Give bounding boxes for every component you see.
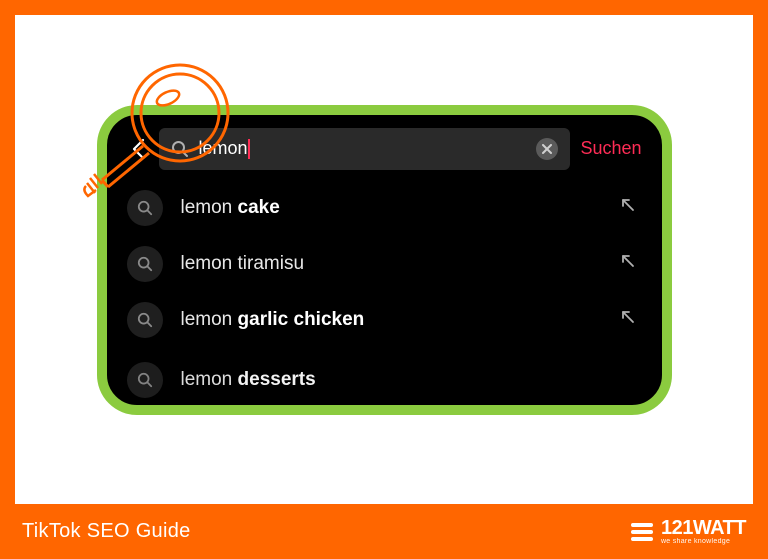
suggestion-text: lemon desserts: [181, 369, 642, 391]
brand-tagline: we share knowledge: [661, 538, 746, 545]
suggestion-row[interactable]: lemon cake: [127, 180, 642, 236]
fill-arrow-button[interactable]: [620, 197, 642, 218]
suggestion-prefix: lemon: [181, 369, 238, 390]
brand-name: 121WATT: [661, 518, 746, 538]
suggestion-bold: cake: [238, 197, 280, 218]
arrow-up-left-icon: [620, 309, 636, 325]
suggestion-row[interactable]: lemon desserts: [127, 352, 642, 408]
content-frame: lemon Suchen lemon cake: [15, 15, 753, 504]
search-icon: [171, 140, 189, 158]
clear-button[interactable]: [536, 138, 558, 160]
search-submit-button[interactable]: Suchen: [580, 138, 641, 159]
search-input[interactable]: lemon: [199, 138, 527, 159]
search-icon: [127, 246, 163, 282]
logo-mark-icon: [631, 523, 653, 541]
arrow-up-left-icon: [620, 253, 636, 269]
suggestion-prefix: lemon: [181, 309, 238, 330]
search-icon: [127, 362, 163, 398]
search-query-text: lemon: [199, 138, 248, 159]
arrow-up-left-icon: [620, 197, 636, 213]
close-icon: [542, 144, 552, 154]
suggestion-text: lemon cake: [181, 197, 602, 219]
search-icon: [127, 302, 163, 338]
suggestion-bold: garlic chicken: [238, 309, 365, 330]
search-icon: [127, 190, 163, 226]
footer-bar: TikTok SEO Guide 121WATT we share knowle…: [0, 504, 768, 559]
fill-arrow-button[interactable]: [620, 309, 642, 330]
suggestion-list: lemon cake lemon tiramisu: [107, 180, 662, 404]
suggestion-prefix: lemon: [181, 197, 238, 218]
footer-title: TikTok SEO Guide: [22, 520, 191, 543]
suggestion-text: lemon tiramisu: [181, 253, 602, 275]
suggestion-plain: lemon tiramisu: [181, 253, 305, 274]
suggestion-row[interactable]: lemon garlic chicken: [127, 292, 642, 348]
phone-frame: lemon Suchen lemon cake: [97, 105, 672, 415]
suggestion-text: lemon garlic chicken: [181, 309, 602, 331]
search-bar[interactable]: lemon: [159, 128, 571, 170]
search-header: lemon Suchen: [107, 115, 662, 180]
chevron-left-icon: [131, 138, 145, 160]
suggestion-bold: desserts: [238, 369, 316, 390]
back-button[interactable]: [127, 138, 149, 160]
suggestion-row[interactable]: lemon tiramisu: [127, 236, 642, 292]
brand-logo: 121WATT we share knowledge: [631, 518, 746, 545]
fill-arrow-button[interactable]: [620, 253, 642, 274]
text-caret: [248, 139, 250, 159]
